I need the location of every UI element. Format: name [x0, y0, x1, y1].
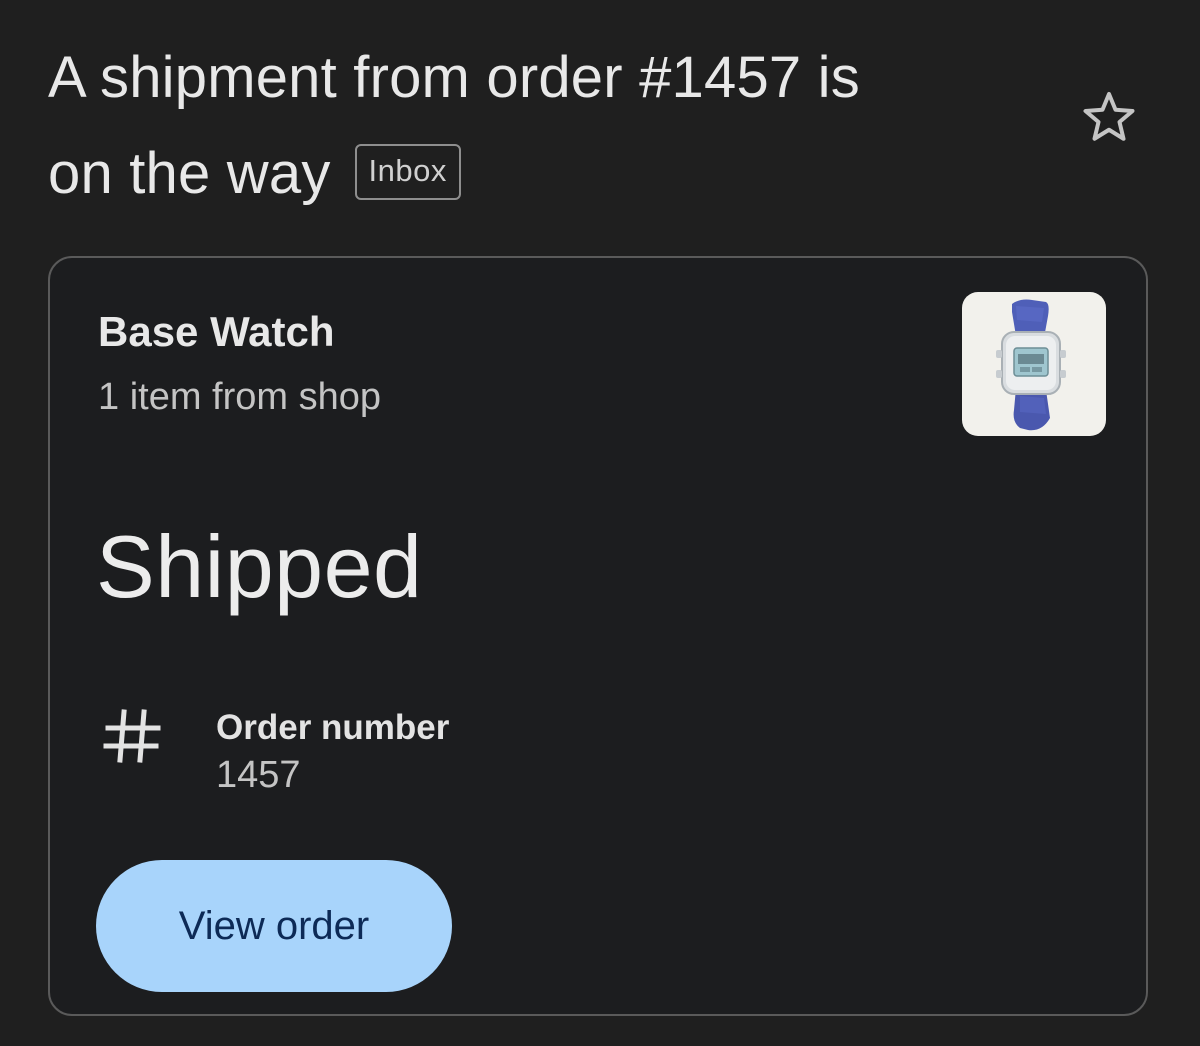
inbox-label-chip[interactable]: Inbox	[354, 143, 461, 200]
shop-name: Base Watch	[98, 308, 335, 355]
subject-line-2: on the way	[48, 141, 331, 206]
hash-icon	[103, 709, 161, 763]
shipment-card: Base Watch 1 item from shop Shipped Orde…	[48, 256, 1148, 1016]
star-button[interactable]	[1074, 82, 1144, 152]
shipment-status: Shipped	[96, 517, 423, 616]
subject-line-1: A shipment from order #1457 is	[48, 45, 860, 110]
shop-subtitle: 1 item from shop	[98, 376, 381, 418]
email-view: A shipment from order #1457 is on the wa…	[0, 0, 1200, 1046]
order-number-label: Order number	[216, 708, 450, 747]
view-order-button[interactable]: View order	[96, 860, 452, 992]
email-subject: A shipment from order #1457 is on the wa…	[48, 30, 1048, 222]
subject-line-2-row: on the way Inbox	[48, 126, 1048, 222]
watch-product-image[interactable]	[962, 292, 1106, 436]
order-number-value: 1457	[216, 754, 301, 796]
watch-illustration	[996, 299, 1066, 431]
star-outline-icon	[1083, 92, 1135, 141]
